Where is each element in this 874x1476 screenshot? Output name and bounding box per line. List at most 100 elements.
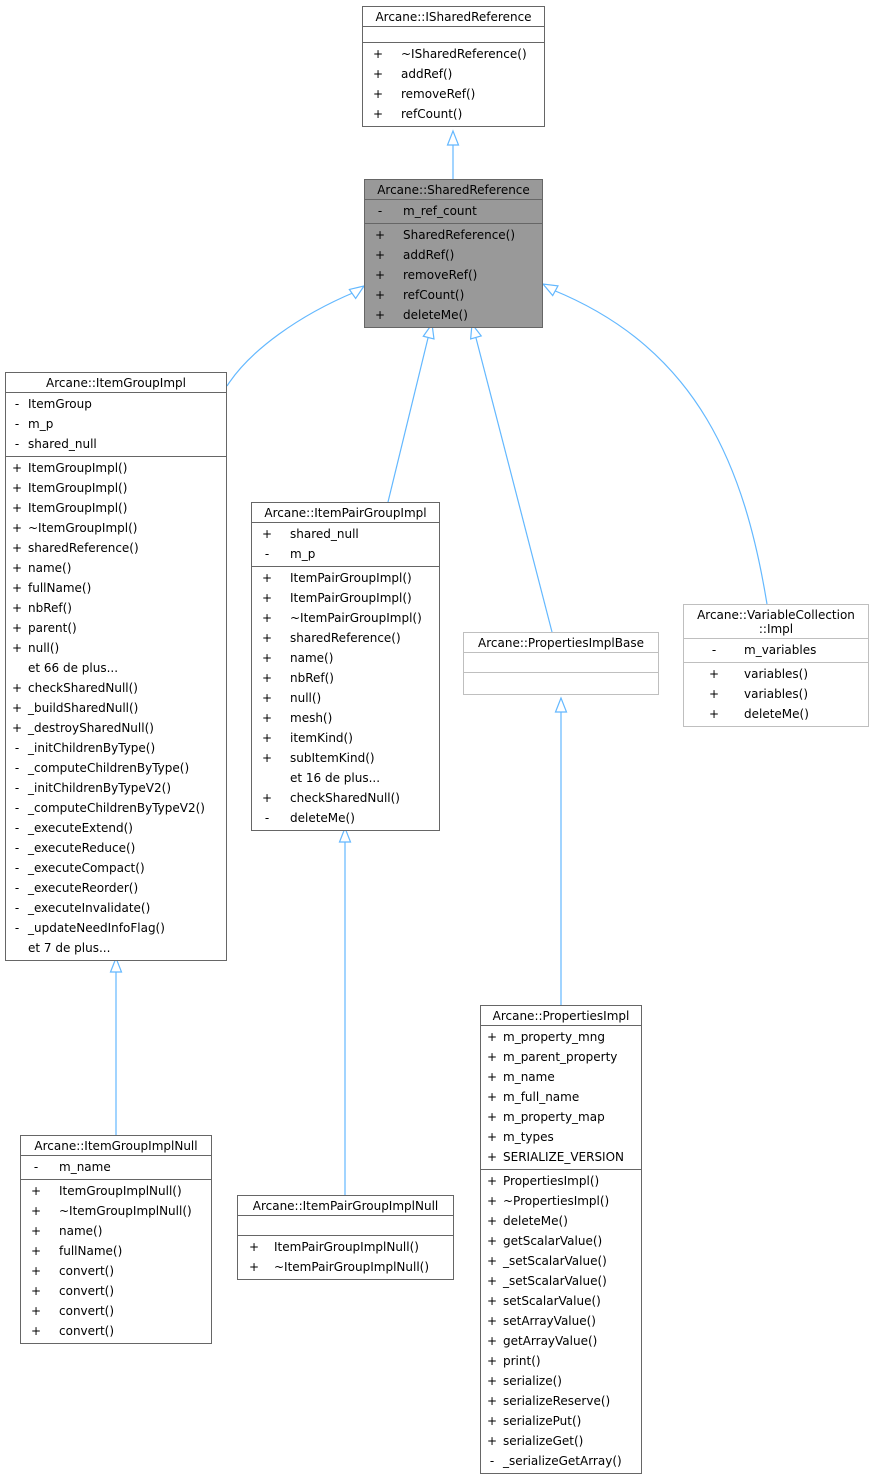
method-row[interactable]: + ~ItemPairGroupImpl(): [252, 608, 439, 628]
method-row[interactable]: - _computeChildrenByType(): [6, 758, 226, 778]
method-row[interactable]: - _serializeGetArray(): [481, 1451, 641, 1471]
method-row[interactable]: + ItemGroupImplNull(): [21, 1181, 211, 1201]
method-row[interactable]: - deleteMe(): [252, 808, 439, 828]
method-row[interactable]: + ItemPairGroupImpl(): [252, 588, 439, 608]
attribute-row[interactable]: + m_property_mng: [481, 1027, 641, 1047]
method-row[interactable]: + serializeReserve(): [481, 1391, 641, 1411]
class-box-shared-reference[interactable]: Arcane::SharedReference - m_ref_count + Sh…: [364, 179, 543, 328]
method-row[interactable]: + deleteMe(): [481, 1211, 641, 1231]
method-row[interactable]: + _buildSharedNull(): [6, 698, 226, 718]
method-row[interactable]: + fullName(): [6, 578, 226, 598]
method-row[interactable]: + PropertiesImpl(): [481, 1171, 641, 1191]
method-row[interactable]: + _setScalarValue(): [481, 1271, 641, 1291]
method-row[interactable]: + _setScalarValue(): [481, 1251, 641, 1271]
method-row[interactable]: + name(): [6, 558, 226, 578]
method-row[interactable]: + deleteMe(): [365, 305, 542, 325]
class-box-item-pair-group-impl[interactable]: Arcane::ItemPairGroupImpl + shared_null - m…: [251, 502, 440, 831]
method-row[interactable]: + serializeGet(): [481, 1431, 641, 1451]
method-row[interactable]: + ItemPairGroupImplNull(): [238, 1237, 453, 1257]
method-row[interactable]: + itemKind(): [252, 728, 439, 748]
attribute-row[interactable]: - m_p: [252, 544, 439, 564]
method-row[interactable]: + checkSharedNull(): [6, 678, 226, 698]
method-row[interactable]: + ItemPairGroupImpl(): [252, 568, 439, 588]
method-row[interactable]: - _executeReorder(): [6, 878, 226, 898]
method-row[interactable]: + getScalarValue(): [481, 1231, 641, 1251]
attribute-row[interactable]: + m_name: [481, 1067, 641, 1087]
method-row[interactable]: + nbRef(): [252, 668, 439, 688]
method-row[interactable]: + subItemKind(): [252, 748, 439, 768]
attribute-row[interactable]: - m_p: [6, 414, 226, 434]
method-row[interactable]: - _executeInvalidate(): [6, 898, 226, 918]
method-row[interactable]: + variables(): [684, 684, 868, 704]
method-row[interactable]: + variables(): [684, 664, 868, 684]
method-row[interactable]: + setArrayValue(): [481, 1311, 641, 1331]
attribute-row[interactable]: + m_property_map: [481, 1107, 641, 1127]
method-row[interactable]: + parent(): [6, 618, 226, 638]
attribute-row[interactable]: - m_ref_count: [365, 201, 542, 221]
class-box-item-pair-group-impl-null[interactable]: Arcane::ItemPairGroupImplNull + ItemPairG…: [237, 1195, 454, 1280]
method-row[interactable]: + ~ISharedReference(): [363, 44, 544, 64]
method-row[interactable]: + ~PropertiesImpl(): [481, 1191, 641, 1211]
method-row[interactable]: - _updateNeedInfoFlag(): [6, 918, 226, 938]
method-row[interactable]: + addRef(): [363, 64, 544, 84]
method-row[interactable]: et 16 de plus...: [252, 768, 439, 788]
method-row[interactable]: + ~ItemPairGroupImplNull(): [238, 1257, 453, 1277]
method-row[interactable]: + refCount(): [363, 104, 544, 124]
class-box-item-group-impl[interactable]: Arcane::ItemGroupImpl - ItemGroup - m_p - sha…: [5, 372, 227, 961]
method-row[interactable]: + checkSharedNull(): [252, 788, 439, 808]
method-row[interactable]: + SharedReference(): [365, 225, 542, 245]
method-row[interactable]: + fullName(): [21, 1241, 211, 1261]
class-box-item-group-impl-null[interactable]: Arcane::ItemGroupImplNull - m_name + ItemG…: [20, 1135, 212, 1344]
attribute-row[interactable]: + m_full_name: [481, 1087, 641, 1107]
method-row[interactable]: + name(): [21, 1221, 211, 1241]
method-row[interactable]: - _computeChildrenByTypeV2(): [6, 798, 226, 818]
method-row[interactable]: + getArrayValue(): [481, 1331, 641, 1351]
method-row[interactable]: et 7 de plus...: [6, 938, 226, 958]
method-row[interactable]: + mesh(): [252, 708, 439, 728]
method-row[interactable]: + ~ItemGroupImplNull(): [21, 1201, 211, 1221]
method-row[interactable]: - _executeExtend(): [6, 818, 226, 838]
method-row[interactable]: + null(): [6, 638, 226, 658]
class-box-variable-collection-impl[interactable]: Arcane::VariableCollection ::Impl - m_var…: [683, 604, 869, 727]
method-row[interactable]: + print(): [481, 1351, 641, 1371]
method-row[interactable]: + serialize(): [481, 1371, 641, 1391]
method-row[interactable]: + refCount(): [365, 285, 542, 305]
attribute-row[interactable]: + m_types: [481, 1127, 641, 1147]
method-row[interactable]: + sharedReference(): [6, 538, 226, 558]
method-row[interactable]: + _destroySharedNull(): [6, 718, 226, 738]
method-row[interactable]: - _executeCompact(): [6, 858, 226, 878]
method-row[interactable]: et 66 de plus...: [6, 658, 226, 678]
method-row[interactable]: + convert(): [21, 1321, 211, 1341]
method-row[interactable]: + null(): [252, 688, 439, 708]
method-row[interactable]: + removeRef(): [365, 265, 542, 285]
attribute-row[interactable]: - shared_null: [6, 434, 226, 454]
attribute-row[interactable]: - m_variables: [684, 640, 868, 660]
method-row[interactable]: + ItemGroupImpl(): [6, 478, 226, 498]
method-row[interactable]: + convert(): [21, 1301, 211, 1321]
method-row[interactable]: + ItemGroupImpl(): [6, 458, 226, 478]
class-box-properties-impl-base[interactable]: Arcane::PropertiesImplBase: [463, 632, 659, 695]
method-row[interactable]: + name(): [252, 648, 439, 668]
method-row[interactable]: - _initChildrenByTypeV2(): [6, 778, 226, 798]
attribute-row[interactable]: + shared_null: [252, 524, 439, 544]
method-row[interactable]: + convert(): [21, 1261, 211, 1281]
method-row[interactable]: + deleteMe(): [684, 704, 868, 724]
class-box-properties-impl[interactable]: Arcane::PropertiesImpl + m_property_mng + m…: [480, 1005, 642, 1474]
method-row[interactable]: + addRef(): [365, 245, 542, 265]
attribute-row[interactable]: - m_name: [21, 1157, 211, 1177]
method-row[interactable]: + removeRef(): [363, 84, 544, 104]
method-row[interactable]: - _initChildrenByType(): [6, 738, 226, 758]
method-row[interactable]: + serializePut(): [481, 1411, 641, 1431]
attribute-row[interactable]: + SERIALIZE_VERSION: [481, 1147, 641, 1167]
attribute-row[interactable]: - ItemGroup: [6, 394, 226, 414]
method-row[interactable]: + sharedReference(): [252, 628, 439, 648]
method-row[interactable]: + ~ItemGroupImpl(): [6, 518, 226, 538]
attribute-row[interactable]: + m_parent_property: [481, 1047, 641, 1067]
method-row[interactable]: + ItemGroupImpl(): [6, 498, 226, 518]
method-row[interactable]: + setScalarValue(): [481, 1291, 641, 1311]
method-row[interactable]: - _executeReduce(): [6, 838, 226, 858]
method-row[interactable]: + nbRef(): [6, 598, 226, 618]
method-row[interactable]: + convert(): [21, 1281, 211, 1301]
class-box-ishared-reference[interactable]: Arcane::ISharedReference + ~ISharedRefere…: [362, 6, 545, 127]
method-name: parent(): [28, 621, 77, 635]
